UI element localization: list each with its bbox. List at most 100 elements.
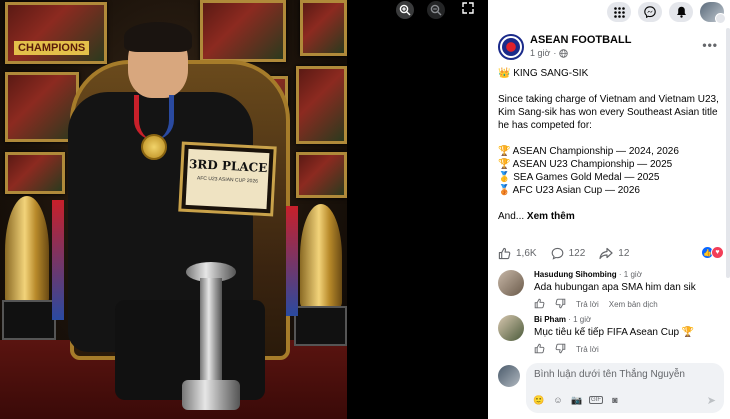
title-item: 🏆 ASEAN U23 Championship — 2025 xyxy=(498,159,673,170)
page-name[interactable]: ASEAN FOOTBALL xyxy=(530,34,631,46)
see-more-link[interactable]: Xem thêm xyxy=(527,211,575,222)
gold-trophy-right xyxy=(300,204,342,310)
gif-icon: GIF xyxy=(589,396,603,404)
post-ending: And... Xem thêm xyxy=(498,210,724,223)
trophy-pedestal-right xyxy=(294,306,347,346)
post-detail-panel: ASEAN FOOTBALL 1 giờ · ••• 👑 KING SANG-S… xyxy=(488,0,730,419)
comment-like-button[interactable] xyxy=(534,343,545,356)
plaque-subtitle: AFC U23 ASIAN CUP 2026 xyxy=(196,175,259,185)
camera-button[interactable]: 📷 xyxy=(570,393,584,407)
titles-list: 🏆 ASEAN Championship — 2024, 2026 🏆 ASEA… xyxy=(498,145,724,197)
messenger-icon xyxy=(644,6,656,18)
avatar-sticker-button[interactable]: ◙ xyxy=(608,393,622,407)
title-item: 🏆 ASEAN Championship — 2024, 2026 xyxy=(498,146,679,157)
send-icon: ➤ xyxy=(706,395,716,407)
avatar-sticker-icon: ◙ xyxy=(612,395,618,405)
account-avatar[interactable] xyxy=(700,2,726,24)
trophy-pedestal-left xyxy=(2,300,56,340)
post-paragraph: Since taking charge of Vietnam and Vietn… xyxy=(498,94,719,131)
reaction-summary[interactable]: 👍 ♥ xyxy=(701,246,724,259)
menu-button[interactable] xyxy=(607,2,631,22)
ribbon-right xyxy=(286,206,298,316)
comment-button[interactable]: 122 xyxy=(551,247,586,260)
share-count: 12 xyxy=(618,247,630,259)
photo-frame-portrait xyxy=(296,152,347,198)
post-meta: 1 giờ · xyxy=(530,48,569,58)
title-item: 🥉 AFC U23 Asian Cup — 2026 xyxy=(498,185,640,196)
top-navigation xyxy=(488,0,730,24)
commenter-name: Bi Pham · 1 giờ xyxy=(534,315,591,324)
photo-viewer: CHAMPIONS 3RD PLACE AFC U23 ASIAN CUP 20… xyxy=(0,0,488,419)
share-icon xyxy=(599,247,613,259)
comment-input[interactable]: Bình luận dưới tên Thắng Nguyễn 🙂 ☺ 📷 GI… xyxy=(526,363,724,413)
gif-button[interactable]: GIF xyxy=(589,393,603,407)
commenter-name-text[interactable]: Hasudung Sihombing xyxy=(534,270,617,279)
sticker-icon: 🙂 xyxy=(533,394,545,405)
comment-time[interactable]: · 1 giờ xyxy=(568,315,591,324)
comment-icon xyxy=(551,247,563,260)
comment-dislike-button[interactable] xyxy=(555,343,566,356)
post-time[interactable]: 1 giờ xyxy=(530,48,550,58)
camera-icon: 📷 xyxy=(571,394,583,405)
photo-frame-coach xyxy=(296,66,347,144)
fullscreen-button[interactable] xyxy=(455,0,481,20)
panel-scrollbar[interactable] xyxy=(726,28,730,278)
comment-text: Ada hubungan apa SMA him dan sik xyxy=(534,282,696,293)
commenter-name: Hasudung Sihombing · 1 giờ xyxy=(534,270,642,279)
thumbs-down-icon xyxy=(555,343,566,354)
photo-frame-fans xyxy=(5,152,65,194)
commenter-name-text[interactable]: Bi Pham xyxy=(534,315,566,324)
reactions-bar: 1,6K 122 12 👍 ♥ xyxy=(498,245,724,261)
see-translation-link[interactable]: Xem bản dịch xyxy=(609,300,658,309)
comment-composer: Bình luận dưới tên Thắng Nguyễn 🙂 ☺ 📷 GI… xyxy=(498,363,724,415)
zoom-in-icon xyxy=(396,1,414,19)
send-button[interactable]: ➤ xyxy=(707,394,716,407)
comment-like-button[interactable] xyxy=(534,298,545,311)
fullscreen-icon xyxy=(462,1,474,19)
reply-link[interactable]: Trả lời xyxy=(576,300,599,309)
current-user-avatar[interactable] xyxy=(498,365,520,387)
comment-text: Mục tiêu kế tiếp FIFA Asean Cup 🏆 xyxy=(534,327,695,338)
third-place-plaque: 3RD PLACE AFC U23 ASIAN CUP 2026 xyxy=(178,141,277,217)
photo-frame-team xyxy=(200,0,286,62)
zoom-out-button[interactable] xyxy=(423,0,449,20)
thumbs-up-icon xyxy=(534,298,545,309)
comment-dislike-button[interactable] xyxy=(555,298,566,311)
reply-link[interactable]: Trả lời xyxy=(576,345,599,354)
like-count: 1,6K xyxy=(516,247,537,259)
sticker-button[interactable]: 🙂 xyxy=(532,393,546,407)
comment-item: Hasudung Sihombing · 1 giờ Ada hubungan … xyxy=(498,270,724,312)
thumbs-up-icon xyxy=(534,343,545,354)
title-item: 🥇 SEA Games Gold Medal — 2025 xyxy=(498,172,660,183)
gold-trophy-left xyxy=(5,196,49,306)
post-text: 👑 KING SANG-SIK Since taking charge of V… xyxy=(498,67,724,236)
page-avatar[interactable] xyxy=(498,34,524,60)
emoji-button[interactable]: ☺ xyxy=(551,393,565,407)
notifications-button[interactable] xyxy=(669,2,693,22)
post-photo[interactable]: CHAMPIONS 3RD PLACE AFC U23 ASIAN CUP 20… xyxy=(0,0,347,419)
post-title-line: 👑 KING SANG-SIK xyxy=(498,68,589,79)
silver-trophy-stem xyxy=(200,278,222,388)
post-header: ASEAN FOOTBALL 1 giờ · ••• xyxy=(498,34,726,64)
commenter-avatar[interactable] xyxy=(498,270,524,296)
zoom-in-button[interactable] xyxy=(392,0,418,20)
comment-actions: Trả lời xyxy=(534,343,609,356)
thumbs-up-icon xyxy=(498,247,511,259)
comment-time[interactable]: · 1 giờ xyxy=(619,270,642,279)
share-button[interactable]: 12 xyxy=(599,247,629,260)
bell-icon xyxy=(676,6,686,18)
comment-count: 122 xyxy=(568,247,586,259)
coach-hair xyxy=(124,22,192,52)
messenger-button[interactable] xyxy=(638,2,662,22)
plaque-title: 3RD PLACE xyxy=(188,156,268,176)
zoom-out-icon xyxy=(427,1,445,19)
composer-tools: 🙂 ☺ 📷 GIF ◙ xyxy=(532,393,622,407)
commenter-avatar[interactable] xyxy=(498,315,524,341)
more-options-button[interactable]: ••• xyxy=(702,38,718,52)
photo-frame-champions: CHAMPIONS xyxy=(5,2,107,64)
asean-football-logo xyxy=(502,38,520,56)
grid-menu-icon xyxy=(613,6,625,18)
comment-input-placeholder: Bình luận dưới tên Thắng Nguyễn xyxy=(534,369,685,380)
photo-viewer-page: CHAMPIONS 3RD PLACE AFC U23 ASIAN CUP 20… xyxy=(0,0,730,419)
like-button[interactable]: 1,6K xyxy=(498,247,537,260)
